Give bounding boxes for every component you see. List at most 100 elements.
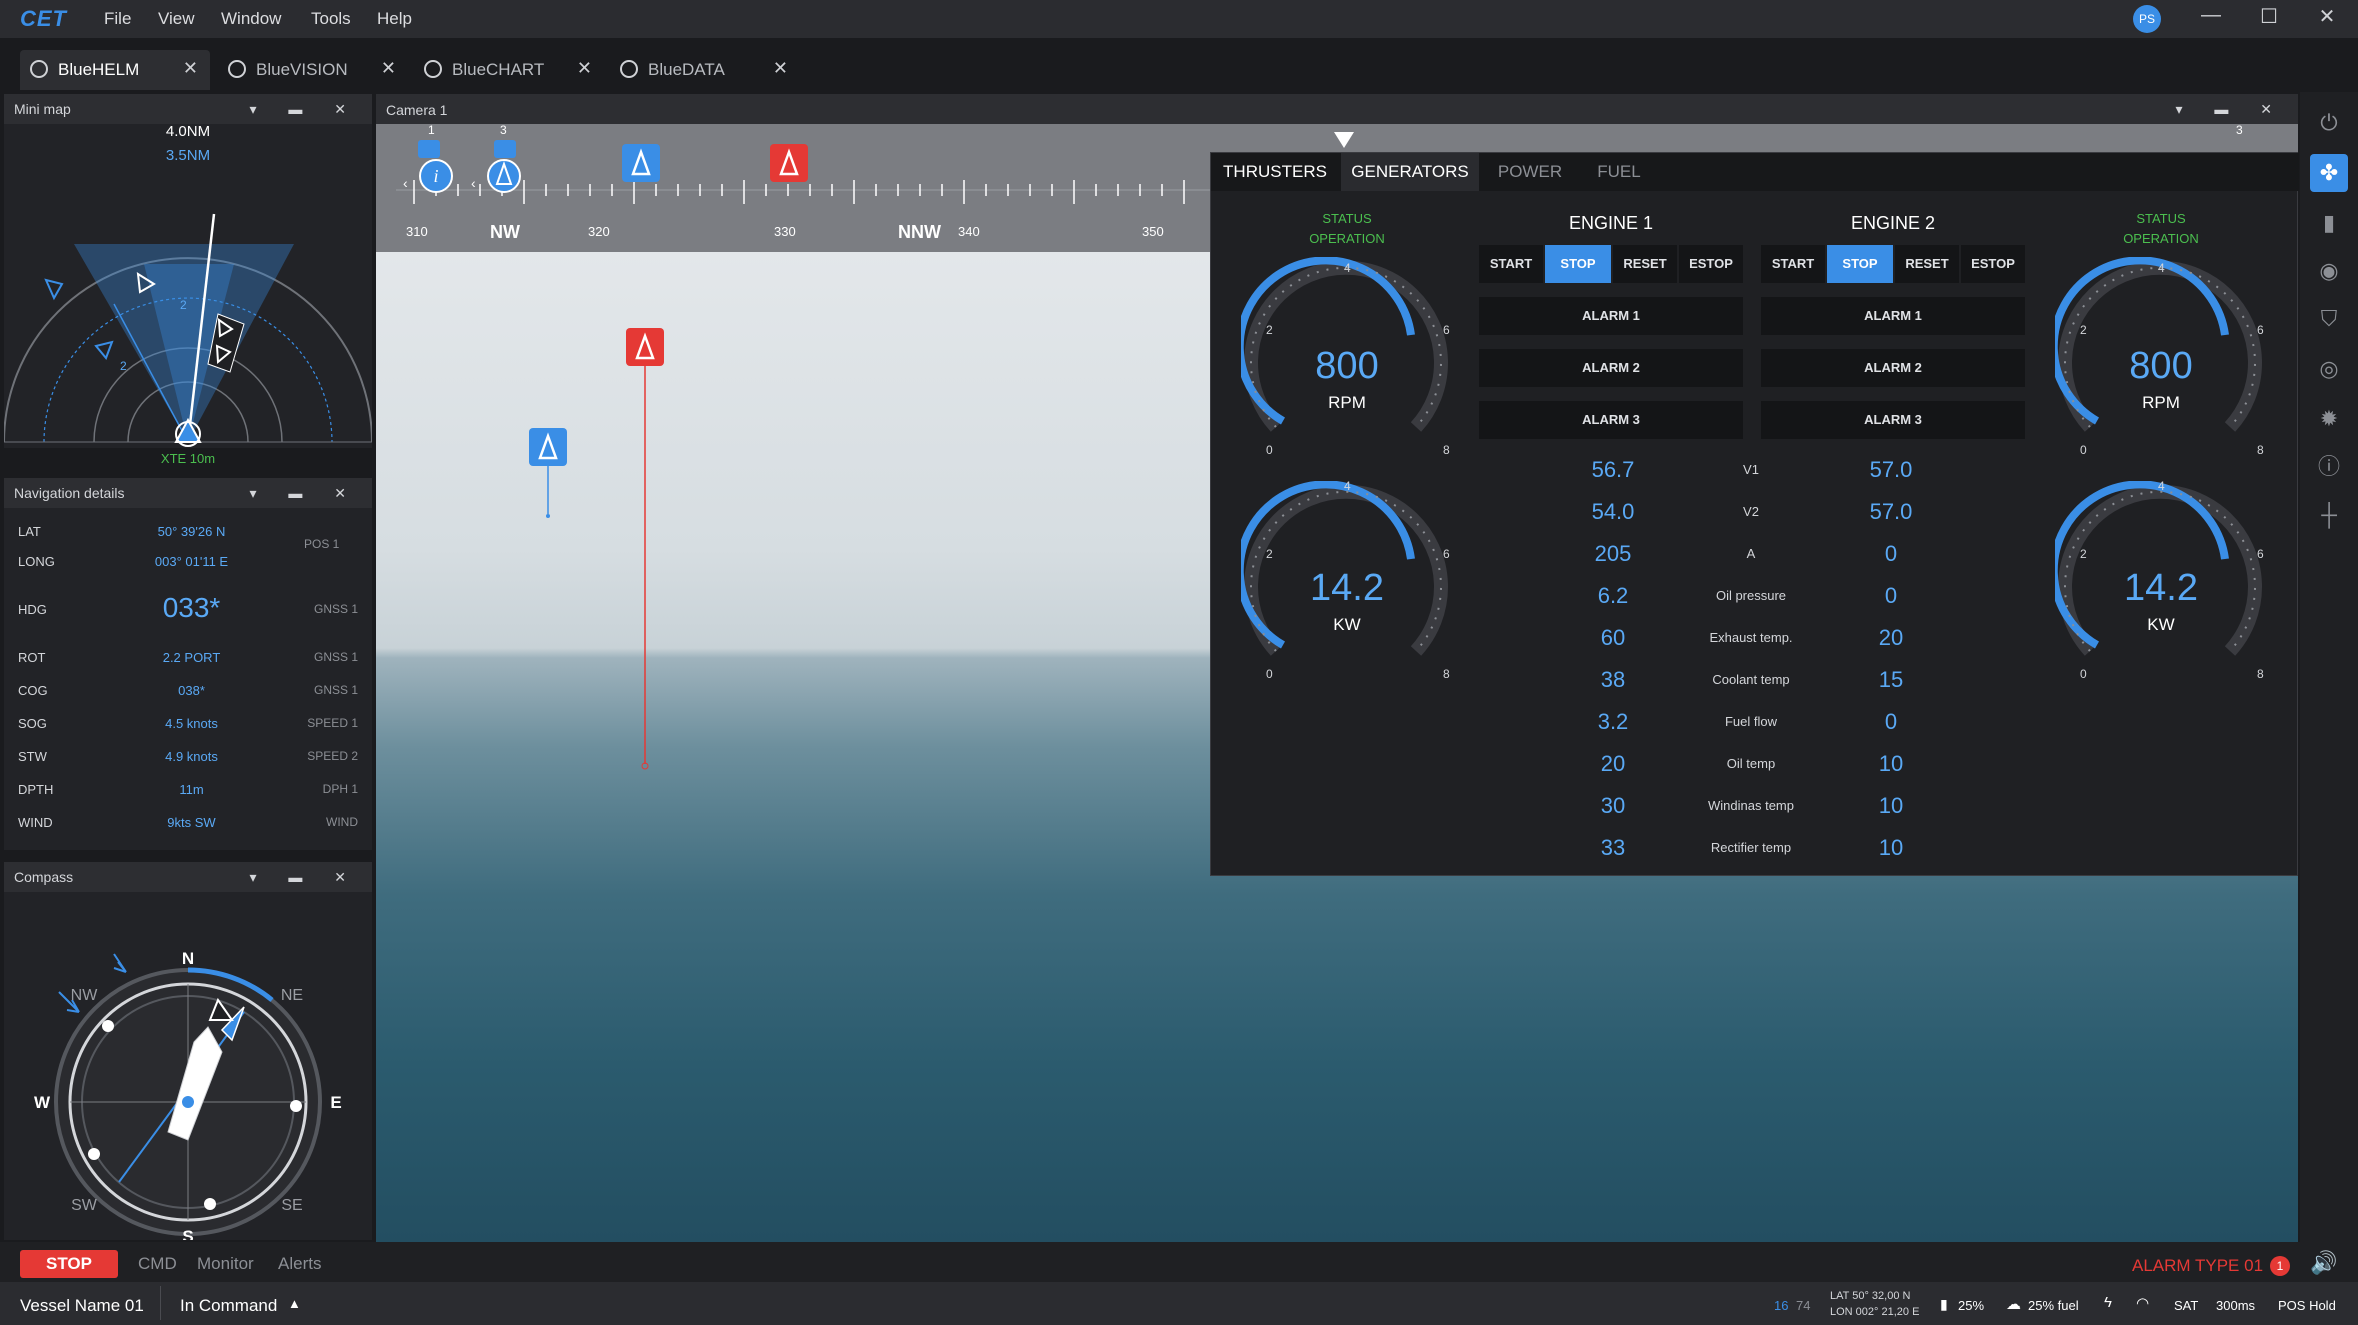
vessel-name[interactable]: Vessel Name 01 bbox=[20, 1296, 144, 1316]
close-icon[interactable]: ✕ bbox=[381, 58, 396, 79]
tab-fuel[interactable]: FUEL bbox=[1581, 153, 1657, 191]
info-icon[interactable]: ⓘ bbox=[2310, 448, 2348, 486]
close-icon[interactable]: ✕ bbox=[577, 58, 592, 79]
gauge-tick: 6 bbox=[2257, 547, 2264, 561]
target-marker-red[interactable] bbox=[626, 328, 664, 366]
nav-source: SPEED 2 bbox=[307, 749, 358, 763]
tab-bluehelm[interactable]: BlueHELM ✕ bbox=[20, 50, 210, 90]
menu-help[interactable]: Help bbox=[377, 9, 412, 29]
battery-icon: ▮ bbox=[1940, 1296, 1948, 1312]
nav-source: DPH 1 bbox=[322, 782, 358, 796]
range-inner-label: 3.5NM bbox=[166, 147, 210, 164]
close-icon[interactable]: ✕ bbox=[773, 58, 788, 79]
engine1-alarm-2[interactable]: ALARM 2 bbox=[1479, 349, 1743, 387]
battery-icon[interactable]: ▮ bbox=[2310, 204, 2348, 242]
tab-thrusters[interactable]: THRUSTERS bbox=[1211, 153, 1339, 191]
chevron-up-icon[interactable]: ▲ bbox=[288, 1296, 301, 1311]
close-icon[interactable]: ✕ bbox=[183, 58, 198, 79]
menu-window[interactable]: Window bbox=[221, 9, 281, 29]
crosshair-icon[interactable]: ┼ bbox=[2310, 496, 2348, 534]
fan-icon[interactable]: ✤ bbox=[2310, 154, 2348, 192]
tab-cmd[interactable]: CMD bbox=[138, 1254, 177, 1274]
target-label: 2 bbox=[120, 359, 127, 373]
nav-details-panel: Navigation details ▾ ▬ ✕ LAT 50° 39'26 N… bbox=[4, 478, 372, 850]
settings-icon[interactable]: ✹ bbox=[2310, 400, 2348, 438]
metric-label: V1 bbox=[1743, 462, 1759, 477]
antenna-icon[interactable]: ◉ bbox=[2310, 252, 2348, 290]
metric-label: Exhaust temp. bbox=[1709, 630, 1793, 645]
tab-label: BlueCHART bbox=[452, 60, 545, 79]
shield-icon[interactable]: ⛉ bbox=[2310, 300, 2348, 338]
menu-file[interactable]: File bbox=[104, 9, 131, 29]
status-bar bbox=[0, 1282, 2358, 1325]
user-avatar[interactable]: PS bbox=[2133, 5, 2161, 33]
compass-s: S bbox=[182, 1227, 193, 1240]
panel-controls[interactable]: ▾ ▬ ✕ bbox=[249, 478, 360, 508]
metric-e1: 60 bbox=[1600, 625, 1626, 650]
tab-alerts[interactable]: Alerts bbox=[278, 1254, 321, 1274]
heading-label: NNW bbox=[898, 222, 941, 242]
waypoint-marker-1[interactable]: i bbox=[418, 140, 453, 193]
rpm-value: 800 bbox=[2129, 345, 2193, 387]
engine1-start-button[interactable]: START bbox=[1479, 245, 1543, 283]
heading-label: 350 bbox=[1142, 224, 1164, 239]
nav-label: COG bbox=[18, 683, 48, 698]
command-status[interactable]: In Command bbox=[180, 1296, 277, 1316]
engine2-alarm-2[interactable]: ALARM 2 bbox=[1761, 349, 2025, 387]
gauge-tick: 8 bbox=[2257, 667, 2264, 681]
waypoint-marker-3[interactable] bbox=[487, 140, 521, 193]
tab-bluechart[interactable]: BlueCHART ✕ bbox=[414, 50, 604, 90]
signal-icon: ϟ bbox=[2104, 1294, 2112, 1311]
target-marker-blue[interactable] bbox=[622, 144, 660, 182]
metric-e1: 6.2 bbox=[1597, 583, 1629, 608]
tab-generators[interactable]: GENERATORS bbox=[1341, 153, 1479, 191]
engine1-alarm-3[interactable]: ALARM 3 bbox=[1479, 401, 1743, 439]
tab-label: BlueVISION bbox=[256, 60, 348, 79]
engine2-alarm-1[interactable]: ALARM 1 bbox=[1761, 297, 2025, 335]
target-icon[interactable]: ◎ bbox=[2310, 350, 2348, 388]
nav-label: HDG bbox=[18, 602, 47, 617]
alarm-type-label[interactable]: ALARM TYPE 01 bbox=[2132, 1256, 2263, 1276]
engine1-estop-button[interactable]: ESTOP bbox=[1679, 245, 1743, 283]
minimize-button[interactable]: — bbox=[2191, 4, 2231, 27]
gauge-tick: 2 bbox=[1266, 323, 1273, 337]
engine-panel: THRUSTERS GENERATORS POWER FUEL STATUS O… bbox=[1210, 152, 2299, 876]
speaker-icon[interactable]: 🔊 bbox=[2310, 1250, 2337, 1276]
maximize-button[interactable]: ☐ bbox=[2249, 4, 2289, 29]
tab-power[interactable]: POWER bbox=[1481, 153, 1579, 191]
nav-source: GNSS 1 bbox=[313, 683, 358, 697]
panel-controls[interactable]: ▾ ▬ ✕ bbox=[249, 94, 360, 124]
stop-button[interactable]: STOP bbox=[20, 1250, 118, 1278]
status-label-right: STATUS bbox=[2136, 211, 2186, 226]
engine1-stop-button[interactable]: STOP bbox=[1545, 245, 1611, 283]
menu-tools[interactable]: Tools bbox=[311, 9, 351, 29]
menu-view[interactable]: View bbox=[158, 9, 195, 29]
target-marker-red[interactable] bbox=[770, 144, 808, 182]
panel-controls[interactable]: ▾ ▬ ✕ bbox=[2175, 101, 2286, 118]
nav-value: 038* bbox=[178, 683, 205, 698]
tab-bluedata[interactable]: BlueDATA ✕ bbox=[610, 50, 800, 90]
engine2-alarm-3[interactable]: ALARM 3 bbox=[1761, 401, 2025, 439]
nav-label: LAT bbox=[18, 524, 41, 539]
gauge-tick: 0 bbox=[1266, 667, 1273, 681]
metric-e2: 10 bbox=[1878, 793, 1904, 818]
metric-e1: 54.0 bbox=[1591, 499, 1635, 524]
metric-label: Coolant temp bbox=[1712, 672, 1790, 687]
close-window-button[interactable]: ✕ bbox=[2307, 4, 2347, 29]
sat-label: SAT bbox=[2174, 1298, 2199, 1313]
engine1-alarm-1[interactable]: ALARM 1 bbox=[1479, 297, 1743, 335]
target-marker-blue[interactable] bbox=[529, 428, 567, 466]
minimap-radar[interactable]: 4.0NM 3.5NM 2 2 bbox=[4, 124, 372, 470]
tab-bluevision[interactable]: BlueVISION ✕ bbox=[218, 50, 408, 90]
heading-label: 340 bbox=[958, 224, 980, 239]
latency: 300ms bbox=[2216, 1298, 2256, 1313]
tab-monitor[interactable]: Monitor bbox=[197, 1254, 254, 1274]
engine1-reset-button[interactable]: RESET bbox=[1613, 245, 1677, 283]
engine2-stop-button[interactable]: STOP bbox=[1827, 245, 1893, 283]
engine2-reset-button[interactable]: RESET bbox=[1895, 245, 1959, 283]
engine2-estop-button[interactable]: ESTOP bbox=[1961, 245, 2025, 283]
power-icon[interactable]: ⏻ bbox=[2310, 104, 2348, 142]
target-label: 2 bbox=[180, 298, 187, 312]
panel-controls[interactable]: ▾ ▬ ✕ bbox=[249, 862, 360, 892]
engine2-start-button[interactable]: START bbox=[1761, 245, 1825, 283]
